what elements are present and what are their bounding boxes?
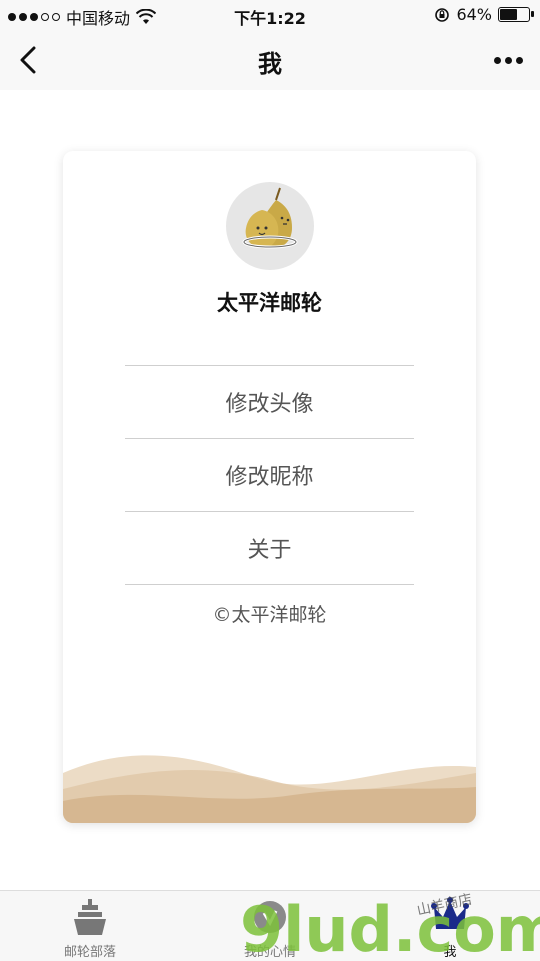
more-button[interactable] xyxy=(488,44,528,76)
profile-menu: 修改头像 修改昵称 关于 ©太平洋邮轮 xyxy=(125,365,414,641)
tab-label: 我的心情 xyxy=(243,945,296,960)
tab-my-mood[interactable]: 我的心情 xyxy=(180,891,360,961)
ship-icon xyxy=(74,899,106,935)
tab-bar: 邮轮部落 我的心情 我 xyxy=(0,890,540,961)
crown-icon xyxy=(431,897,469,929)
mood-icon xyxy=(254,901,286,933)
tab-me[interactable]: 我 xyxy=(360,891,540,961)
battery-fill xyxy=(500,9,517,20)
tab-label: 我 xyxy=(443,945,457,960)
navigation-bar: 我 xyxy=(0,30,540,90)
about-item[interactable]: 关于 xyxy=(125,511,414,584)
change-avatar-item[interactable]: 修改头像 xyxy=(125,365,414,438)
battery-percent: 64% xyxy=(456,5,492,24)
wave-decoration xyxy=(63,755,476,823)
tab-label: 邮轮部落 xyxy=(63,945,116,960)
more-dots-icon xyxy=(493,56,501,64)
status-right: 64% xyxy=(434,5,534,24)
username: 太平洋邮轮 xyxy=(217,291,322,315)
page-title: 我 xyxy=(258,50,282,78)
avatar[interactable] xyxy=(226,182,314,270)
rotation-lock-icon xyxy=(435,7,450,22)
status-bar: 中国移动 下午1:22 64% xyxy=(0,0,540,30)
copyright-text: ©太平洋邮轮 xyxy=(125,584,414,641)
profile-card: 太平洋邮轮 修改头像 修改昵称 关于 ©太平洋邮轮 xyxy=(63,151,476,823)
battery-icon xyxy=(498,7,534,22)
tab-cruise-tribe[interactable]: 邮轮部落 xyxy=(0,891,180,961)
pear-avatar-icon xyxy=(242,187,298,249)
change-nickname-item[interactable]: 修改昵称 xyxy=(125,438,414,511)
